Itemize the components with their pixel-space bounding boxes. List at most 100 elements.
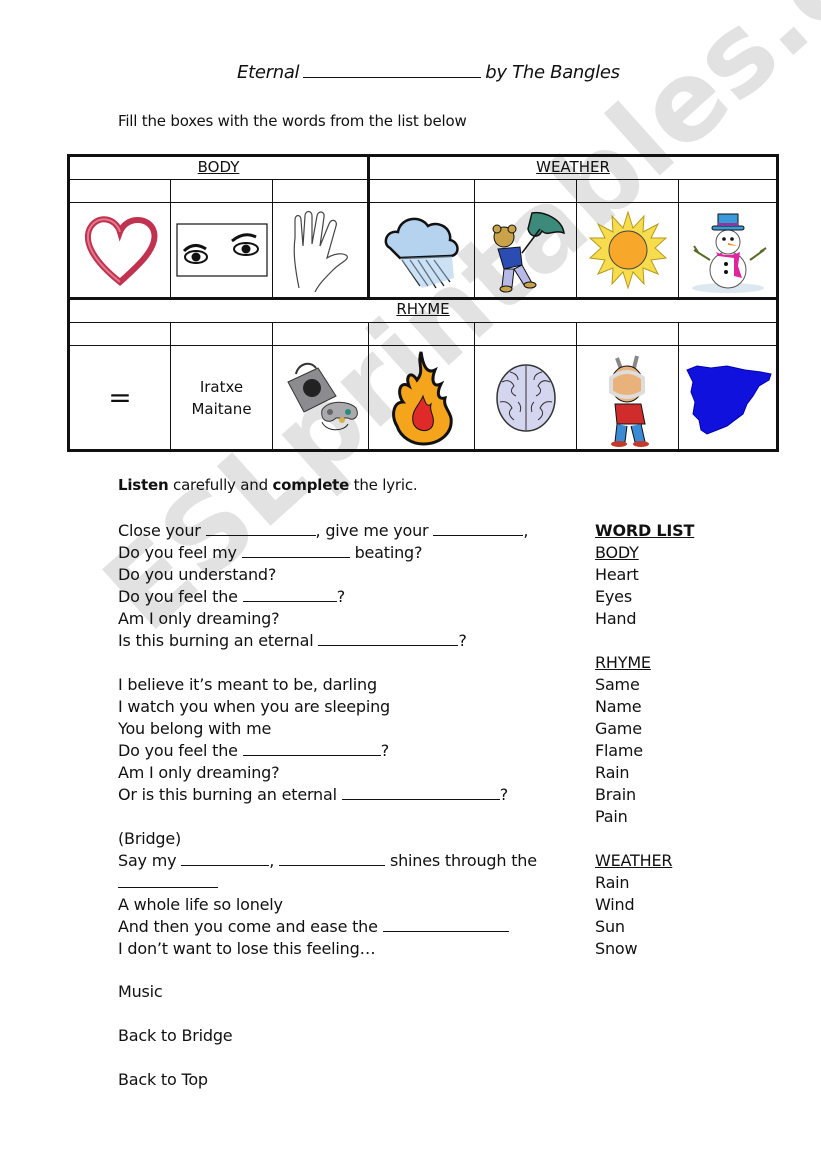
answer-box-pain[interactable] [577, 323, 678, 345]
spain-map-icon [679, 346, 776, 449]
lyric-line: I don’t want to lose this feeling… [118, 939, 376, 958]
lyric-line [118, 872, 537, 894]
word-list-item: Flame [595, 741, 643, 760]
rain-cloud-icon [370, 203, 474, 297]
blank-hand[interactable] [433, 521, 524, 536]
lyric-text: beating? [349, 543, 423, 562]
lyric-line: Do you feel my beating? [118, 542, 537, 564]
name-line-1: Iratxe [199, 377, 244, 396]
name-line-2: Maitane [191, 399, 252, 418]
task-text-2: the lyric. [349, 476, 418, 494]
lyric-text: Or is this burning an eternal [118, 785, 337, 804]
word-list-item: Brain [595, 785, 636, 804]
word-list-item: Eyes [595, 587, 632, 606]
lyric-line: Do you feel the ? [118, 586, 537, 608]
word-list-item: Wind [595, 895, 635, 914]
answer-box-flame[interactable] [369, 323, 474, 345]
task-bold-complete: complete [272, 476, 350, 494]
blank-sun[interactable] [279, 851, 386, 866]
lyric-text: ? [336, 587, 346, 606]
blank-name[interactable] [181, 851, 270, 866]
lyric-text: Say my [118, 851, 177, 870]
lyric-text: Do you feel the [118, 587, 243, 606]
answer-box-rain[interactable] [370, 180, 474, 202]
title-blank[interactable] [303, 63, 482, 78]
word-list-category-rhyme: RHYME [595, 653, 651, 672]
answer-box-same[interactable] [70, 323, 170, 345]
answer-box-snow[interactable] [679, 180, 776, 202]
lyric-text: Do you feel my [118, 543, 242, 562]
answer-box-hand[interactable] [273, 180, 367, 202]
answer-box-heart[interactable] [70, 180, 170, 202]
bridge-label: (Bridge) [118, 829, 182, 848]
lyrics: Close your , give me your , Do you feel … [118, 520, 537, 960]
lyric-line: I believe it’s meant to be, darling [118, 675, 377, 694]
snowman-icon [679, 203, 776, 297]
answer-box-wind[interactable] [475, 180, 576, 202]
lyric-line: Do you feel the ? [118, 740, 537, 762]
blank-eternal-2[interactable] [341, 785, 500, 800]
lyric-text: ? [499, 785, 509, 804]
word-list-title: WORD LIST [595, 521, 695, 540]
task-text-1: carefully and [168, 476, 273, 494]
back-to-bridge: Back to Bridge [118, 1026, 233, 1045]
word-list-item: Hand [595, 609, 637, 628]
title-prefix: Eternal [237, 62, 300, 83]
game-console-icon [273, 346, 368, 449]
lyric-line: Do you understand? [118, 565, 277, 584]
word-list-category-body: BODY [595, 543, 639, 562]
lyric-line: You belong with me [118, 719, 272, 738]
title-suffix: by The Bangles [485, 62, 620, 83]
lyric-line: Is this burning an eternal ? [118, 630, 537, 652]
blank-eyes[interactable] [205, 521, 316, 536]
word-list-item: Pain [595, 807, 628, 826]
lyric-text: , [269, 851, 275, 870]
flame-icon [369, 346, 474, 449]
lyric-text: , give me your [315, 521, 434, 540]
lyric-line: Am I only dreaming? [118, 763, 280, 782]
heart-icon [70, 203, 170, 297]
equals-symbol: = [108, 380, 132, 414]
blank-heart[interactable] [241, 543, 350, 558]
category-weather: WEATHER [536, 158, 610, 176]
category-rhyme: RHYME [396, 300, 450, 318]
back-to-top: Back to Top [118, 1070, 208, 1089]
hand-icon [273, 203, 367, 297]
lyric-text: And then you come and ease the [118, 917, 378, 936]
blank-feel-1[interactable] [242, 587, 337, 602]
lyric-text: Close your [118, 521, 206, 540]
word-list-item: Rain [595, 763, 630, 782]
lyric-text: ? [458, 631, 467, 650]
answer-box-rain-spain[interactable] [679, 323, 776, 345]
lyric-line: Close your , give me your , [118, 520, 537, 542]
names-cell: Iratxe Maitane [171, 346, 272, 449]
blank-eternal-1[interactable] [318, 631, 459, 646]
word-list-item: Heart [595, 565, 639, 584]
lyric-line: And then you come and ease the [118, 916, 537, 938]
answer-box-eyes[interactable] [171, 180, 272, 202]
answer-box-name[interactable] [171, 323, 272, 345]
answer-box-brain[interactable] [475, 323, 576, 345]
word-list-item: Name [595, 697, 642, 716]
word-list-item: Sun [595, 917, 625, 936]
word-list-item: Game [595, 719, 642, 738]
lyric-text: ? [380, 741, 390, 760]
lyric-line: Say my , shines through the [118, 850, 537, 872]
word-list-category-weather: WEATHER [595, 851, 673, 870]
category-body: BODY [197, 158, 240, 176]
sun-icon [577, 203, 678, 297]
answer-box-sun[interactable] [577, 180, 678, 202]
lyric-line: Am I only dreaming? [118, 609, 280, 628]
eyes-icon [171, 203, 272, 297]
lyric-text: Do you feel the [118, 741, 238, 760]
word-list-item: Same [595, 675, 640, 694]
lyric-text: , [523, 521, 529, 540]
picture-table: BODY WEATHER RHYME = Iratxe Maitane [67, 154, 779, 452]
blank-feel-2[interactable] [242, 741, 381, 756]
blank-rain[interactable] [118, 873, 218, 888]
instruction: Fill the boxes with the words from the l… [118, 112, 467, 130]
lyric-text: Is this burning an eternal [118, 631, 319, 650]
blank-pain[interactable] [382, 917, 509, 932]
lyric-text: shines through the [389, 851, 537, 870]
answer-box-game[interactable] [273, 323, 368, 345]
